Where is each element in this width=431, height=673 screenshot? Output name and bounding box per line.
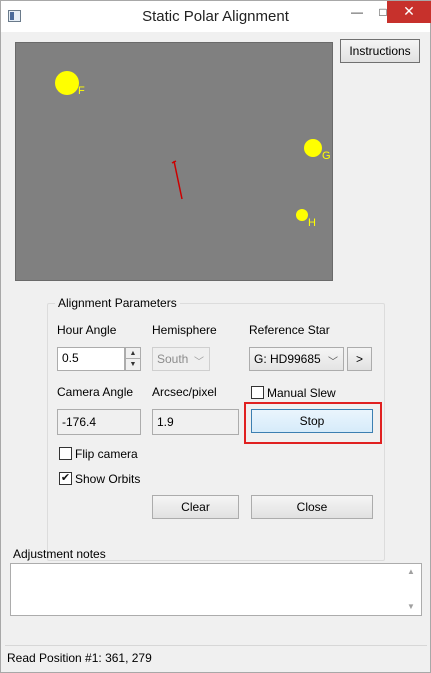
flip-camera-label[interactable]: Flip camera bbox=[75, 447, 138, 461]
hemisphere-label: Hemisphere bbox=[152, 323, 217, 337]
hour-angle-label: Hour Angle bbox=[57, 323, 117, 337]
static-polar-alignment-window: Static Polar Alignment — □ ✕ F G H Instr… bbox=[0, 0, 431, 673]
reference-star-value: G: HD99685 bbox=[254, 352, 321, 366]
client-area: F G H Instructions Alignment Parameters … bbox=[5, 32, 427, 669]
chevron-down-icon: ﹀ bbox=[194, 357, 204, 368]
clear-button[interactable]: Clear bbox=[152, 495, 239, 519]
close-window-button[interactable]: ✕ bbox=[387, 1, 431, 23]
reference-star-label: Reference Star bbox=[249, 323, 330, 337]
stop-button[interactable]: Stop bbox=[251, 409, 373, 433]
chevron-down-icon: ﹀ bbox=[328, 357, 338, 368]
show-orbits-checkbox[interactable]: ✔ bbox=[59, 472, 72, 485]
star-f-label: F bbox=[78, 85, 85, 97]
hemisphere-select: South ﹀ bbox=[152, 347, 210, 371]
instructions-button[interactable]: Instructions bbox=[340, 39, 420, 63]
spin-down-icon[interactable]: ▼ bbox=[126, 359, 140, 370]
hour-angle-spinner[interactable]: ▲ ▼ bbox=[125, 347, 141, 371]
checkmark-icon: ✔ bbox=[60, 472, 71, 484]
star-field-canvas[interactable]: F G H bbox=[15, 42, 333, 281]
minimize-button[interactable]: — bbox=[344, 1, 370, 23]
camera-angle-label: Camera Angle bbox=[57, 385, 134, 399]
manual-slew-label[interactable]: Manual Slew bbox=[267, 386, 336, 400]
arcsec-per-pixel-field: 1.9 bbox=[152, 409, 239, 435]
star-g-label: G bbox=[322, 150, 331, 162]
star-f-marker bbox=[55, 71, 79, 95]
flip-camera-checkbox[interactable] bbox=[59, 447, 72, 460]
arcsec-per-pixel-label: Arcsec/pixel bbox=[152, 385, 217, 399]
star-h-label: H bbox=[308, 217, 316, 229]
next-star-button[interactable]: > bbox=[347, 347, 372, 371]
camera-angle-field: -176.4 bbox=[57, 409, 141, 435]
close-button[interactable]: Close bbox=[251, 495, 373, 519]
hemisphere-value: South bbox=[157, 352, 189, 366]
spin-up-icon[interactable]: ▲ bbox=[126, 348, 140, 359]
show-orbits-label[interactable]: Show Orbits bbox=[75, 472, 140, 486]
adjustment-notes-textarea[interactable] bbox=[10, 563, 422, 616]
status-bar: Read Position #1: 361, 279 bbox=[5, 645, 427, 669]
scroll-up-icon[interactable]: ▲ bbox=[405, 567, 417, 576]
reference-star-select[interactable]: G: HD99685 ﹀ bbox=[249, 347, 344, 371]
adjustment-notes-label: Adjustment notes bbox=[13, 547, 106, 561]
star-field-svg: F G H bbox=[16, 43, 332, 280]
title-bar[interactable]: Static Polar Alignment — □ ✕ bbox=[1, 1, 431, 32]
star-g-marker bbox=[304, 139, 322, 157]
alignment-parameters-title: Alignment Parameters bbox=[55, 296, 180, 310]
star-h-marker bbox=[296, 209, 308, 221]
manual-slew-checkbox[interactable] bbox=[251, 386, 264, 399]
hour-angle-input[interactable]: 0.5 bbox=[57, 347, 125, 371]
